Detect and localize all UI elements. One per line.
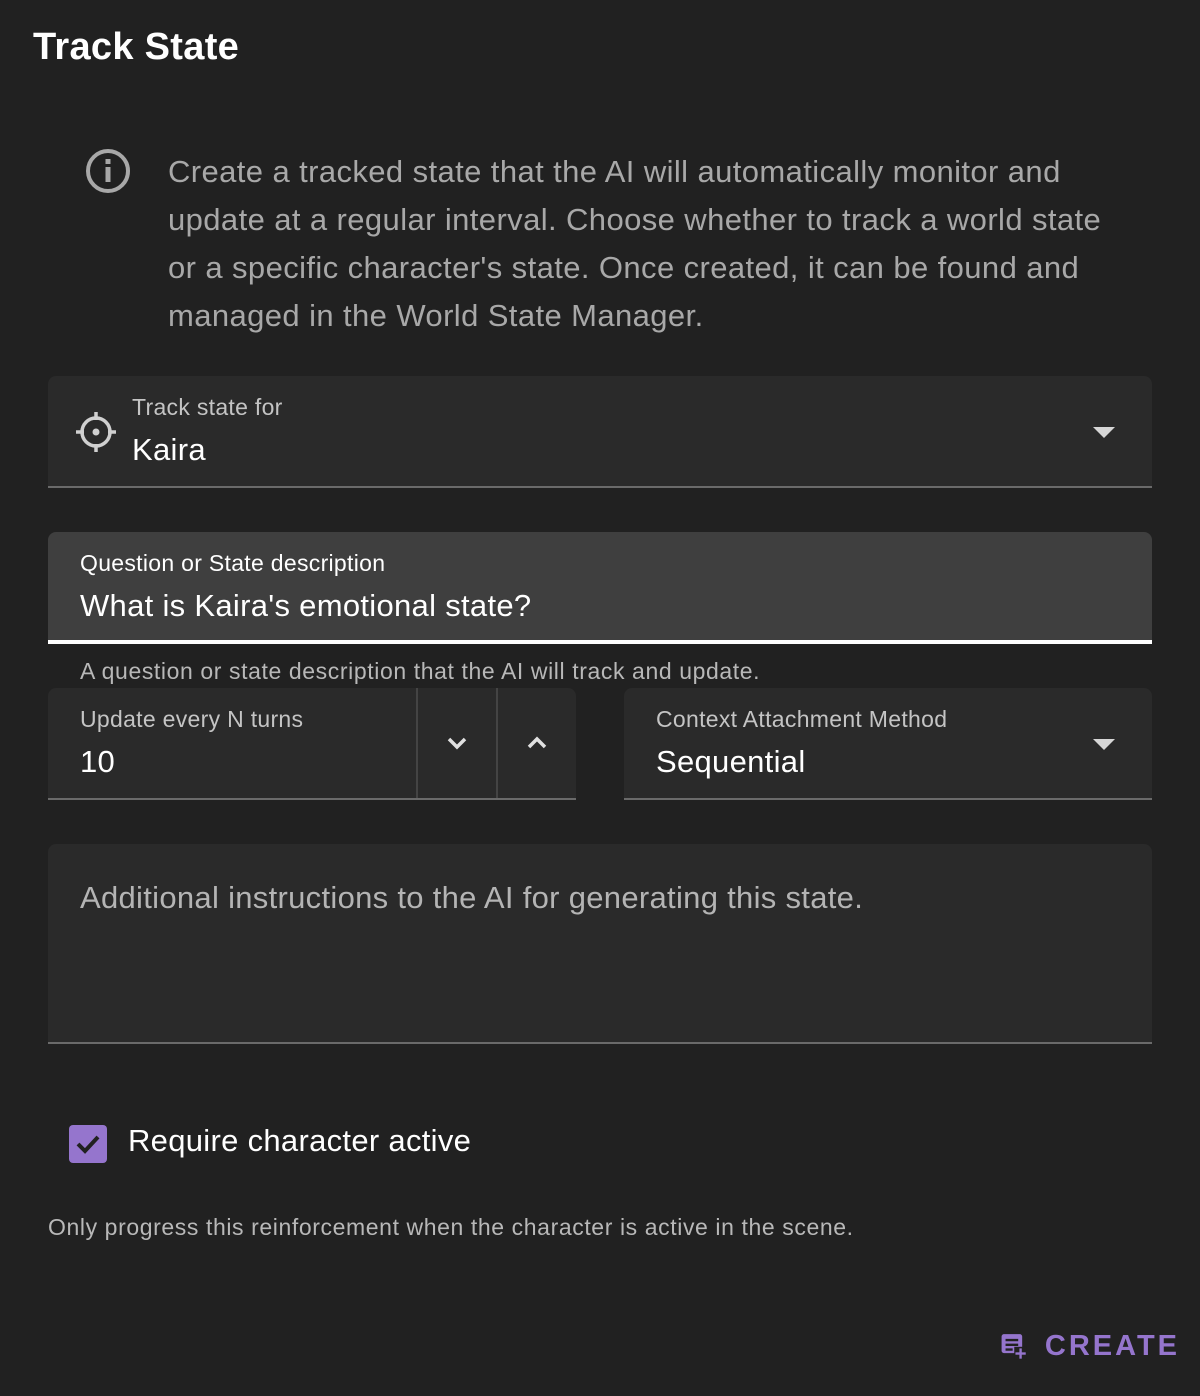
question-label: Question or State description: [80, 550, 386, 576]
instructions-textarea[interactable]: Additional instructions to the AI for ge…: [48, 844, 1152, 1044]
require-active-checkbox[interactable]: [69, 1125, 107, 1163]
require-active-helper-text: Only progress this reinforcement when th…: [48, 1214, 854, 1240]
question-helper-text: A question or state description that the…: [80, 658, 761, 684]
instructions-placeholder: Additional instructions to the AI for ge…: [80, 880, 864, 915]
decrement-button[interactable]: [416, 688, 496, 798]
question-input[interactable]: What is Kaira's emotional state?: [80, 588, 531, 624]
question-field[interactable]: Question or State description What is Ka…: [48, 532, 1152, 644]
dialog-title: Track State: [33, 26, 240, 68]
context-attachment-label: Context Attachment Method: [656, 706, 948, 732]
playlist-plus-icon: [1001, 1334, 1027, 1360]
update-interval-input[interactable]: 10: [80, 744, 115, 780]
dropdown-arrow-icon: [1093, 427, 1115, 438]
chevron-up-icon: [527, 736, 547, 749]
crosshairs-icon: [74, 410, 118, 454]
update-interval-label: Update every N turns: [80, 706, 304, 732]
info-icon: [84, 147, 132, 195]
dropdown-arrow-icon: [1093, 739, 1115, 750]
create-button-label: CREATE: [1044, 1329, 1180, 1362]
update-interval-field[interactable]: Update every N turns 10: [48, 688, 576, 800]
increment-button[interactable]: [496, 688, 576, 798]
create-button[interactable]: CREATE: [990, 1318, 1180, 1374]
context-attachment-value: Sequential: [656, 744, 806, 779]
track-state-for-label: Track state for: [132, 394, 283, 420]
checkmark-icon: [76, 1135, 100, 1154]
info-text: Create a tracked state that the AI will …: [168, 154, 1102, 333]
track-state-dialog: Track State Create a tracked state that …: [0, 0, 1200, 1396]
context-attachment-select[interactable]: Context Attachment Method Sequential: [624, 688, 1152, 800]
require-active-label[interactable]: Require character active: [128, 1123, 471, 1159]
track-state-for-select[interactable]: Track state for Kaira: [48, 376, 1152, 488]
track-state-for-value: Kaira: [132, 432, 206, 467]
chevron-down-icon: [447, 737, 467, 750]
